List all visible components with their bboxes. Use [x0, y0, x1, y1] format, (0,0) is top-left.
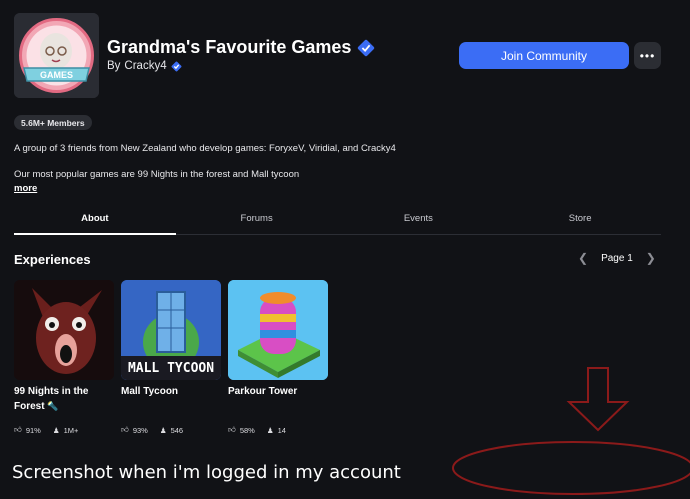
- more-options-button[interactable]: •••: [634, 42, 661, 69]
- annotation-caption: Screenshot when i'm logged in my account: [12, 462, 401, 483]
- players-icon: ♟: [159, 425, 167, 435]
- game-thumbnail-99-nights[interactable]: [14, 280, 114, 380]
- highlight-ellipse: [452, 441, 690, 495]
- experiences-heading: Experiences: [14, 252, 91, 267]
- tab-forums[interactable]: Forums: [176, 205, 338, 234]
- owner-line: By Cracky4: [107, 60, 182, 72]
- thumbs-up-icon: 👍︎: [228, 425, 236, 434]
- group-logo: GAMES: [14, 13, 99, 98]
- pager: ❮ Page 1 ❯: [578, 251, 656, 265]
- logo-text: GAMES: [40, 70, 73, 80]
- game-stats-mall-tycoon: 👍︎ 93% ♟ 546: [121, 425, 184, 435]
- group-title-text: Grandma's Favourite Games: [107, 37, 352, 57]
- thumb-text: MALL TYCOON: [128, 361, 214, 376]
- verified-badge-icon: [358, 39, 375, 56]
- skyscraper-icon: MALL TYCOON: [121, 280, 221, 380]
- chevron-right-icon[interactable]: ❯: [646, 251, 656, 265]
- join-community-button[interactable]: Join Community: [459, 42, 629, 69]
- more-link[interactable]: more: [14, 183, 37, 194]
- tower-icon: [228, 280, 328, 380]
- tab-about[interactable]: About: [14, 205, 176, 235]
- game-title-mall-tycoon[interactable]: Mall Tycoon: [121, 384, 221, 399]
- thumbs-up-icon: 👍︎: [14, 425, 22, 434]
- by-prefix: By: [107, 60, 121, 72]
- members-badge: 5.6M+ Members: [14, 115, 92, 130]
- description-line-1: A group of 3 friends from New Zealand wh…: [14, 143, 396, 154]
- game-stats-99-nights: 👍︎ 91% ♟ 1M+: [14, 425, 79, 435]
- owner-verified-icon: [171, 61, 182, 71]
- tab-store[interactable]: Store: [499, 205, 661, 234]
- torch-icon: 🔦: [47, 401, 59, 411]
- game-title-99-nights[interactable]: 99 Nights in the Forest 🔦: [14, 384, 114, 414]
- tab-bar: About Forums Events Store: [14, 205, 661, 235]
- players-icon: ♟: [266, 425, 274, 435]
- description-line-2: Our most popular games are 99 Nights in …: [14, 169, 300, 180]
- players-icon: ♟: [52, 425, 60, 435]
- down-arrow-icon: [566, 367, 630, 432]
- game-thumbnail-parkour-tower[interactable]: [228, 280, 328, 380]
- annotation-overlay: [452, 367, 690, 495]
- game-stats-parkour-tower: 👍︎ 58% ♟ 14: [228, 425, 286, 435]
- thumbs-up-icon: 👍︎: [121, 425, 129, 434]
- group-title: Grandma's Favourite Games: [107, 37, 375, 58]
- game-thumbnail-mall-tycoon[interactable]: MALL TYCOON: [121, 280, 221, 380]
- chevron-left-icon[interactable]: ❮: [578, 251, 588, 265]
- tab-events[interactable]: Events: [338, 205, 500, 234]
- deer-monster-icon: [14, 280, 114, 380]
- page-label: Page 1: [601, 252, 633, 264]
- game-title-parkour-tower[interactable]: Parkour Tower: [228, 384, 328, 399]
- owner-link[interactable]: Cracky4: [124, 60, 166, 72]
